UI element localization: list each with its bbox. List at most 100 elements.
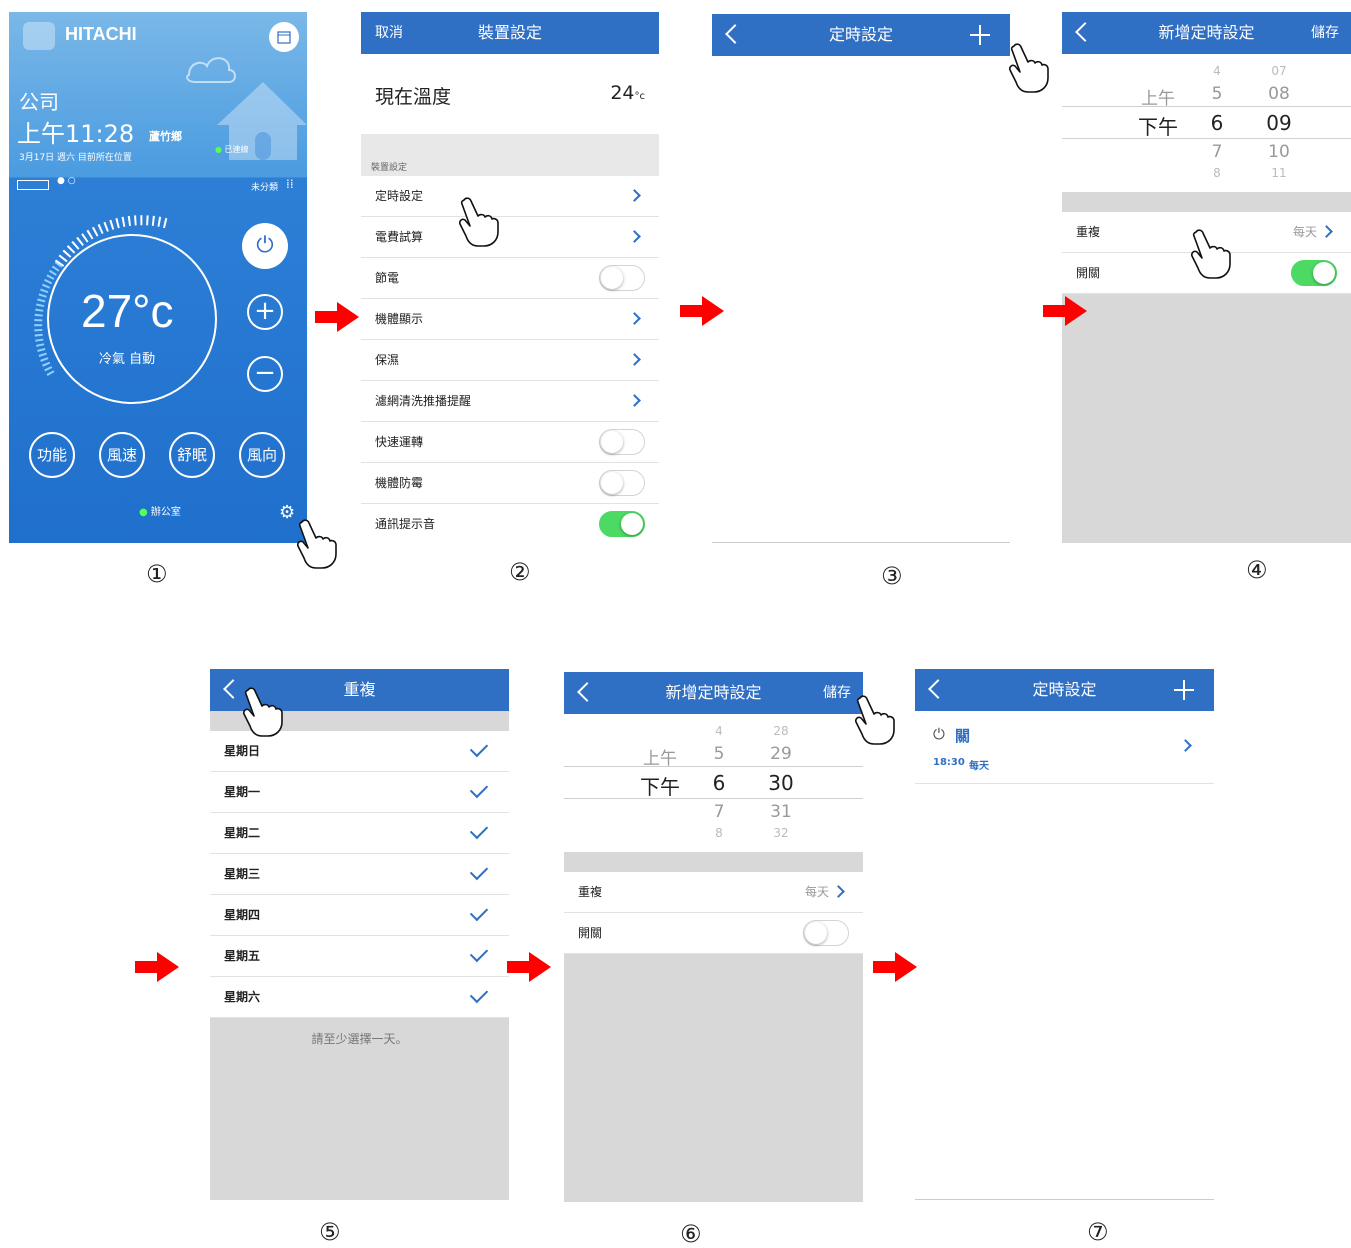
day-row[interactable]: 星期四 [210, 895, 509, 936]
minute-selected[interactable]: 09 [1262, 111, 1296, 135]
save-button[interactable]: 儲存 [823, 672, 851, 714]
hour-option[interactable]: 5 [1202, 84, 1232, 104]
header-title: 新增定時設定 [1158, 23, 1255, 42]
sleep-button[interactable]: 舒眠 [169, 432, 215, 478]
hour-selected[interactable]: 6 [1202, 111, 1232, 135]
day-row[interactable]: 星期五 [210, 936, 509, 977]
day-row[interactable]: 星期一 [210, 772, 509, 813]
location-name: 公司 [19, 90, 59, 114]
minute-option[interactable]: 29 [764, 744, 798, 764]
settings-row[interactable]: 濾網清洗推播提醒 [361, 381, 659, 422]
header-title: 定時設定 [1032, 680, 1097, 699]
screen-2-device-settings: 取消 裝置設定 現在溫度 24°c 裝置設定 定時設定 電費試算 節電 機體顯示 保濕濾… [361, 12, 659, 543]
function-button[interactable]: 功能 [29, 432, 75, 478]
fan-speed-button[interactable]: 風速 [99, 432, 145, 478]
chevron-right-icon [628, 394, 641, 407]
step-number: ③ [881, 562, 903, 590]
settings-toggle[interactable] [599, 470, 645, 496]
room-text: 辦公室 [150, 507, 181, 518]
hour-option[interactable]: 4 [1202, 64, 1232, 78]
section-label: 裝置設定 [371, 163, 408, 173]
screen-5-repeat: 重複 星期日 星期一 星期二 星期三 星期四 星期五 星期六 請至少選擇一天。 [210, 669, 509, 1200]
minute-option[interactable]: 08 [1262, 84, 1296, 104]
repeat-row[interactable]: 重複 每天 [564, 872, 863, 913]
toggle-knob [601, 267, 623, 289]
ampm-option[interactable]: 上午 [638, 744, 682, 769]
add-plus-icon[interactable] [1174, 680, 1194, 700]
red-arrow [1043, 296, 1087, 326]
hour-option[interactable]: 7 [1202, 142, 1232, 162]
time-picker[interactable]: 上午 下午 4 5 6 7 8 07 08 09 10 11 [1062, 54, 1351, 192]
checkmark-icon [469, 943, 489, 963]
page-dots: ● ○ [57, 176, 76, 186]
minute-option[interactable]: 32 [764, 826, 798, 840]
connected-dot: ● [215, 145, 225, 154]
red-arrow [507, 952, 551, 982]
minute-option[interactable]: 31 [764, 802, 798, 822]
day-label: 星期四 [224, 908, 261, 922]
toggle-knob [1313, 262, 1335, 284]
ampm-selected[interactable]: 下午 [1134, 111, 1182, 140]
settings-gear-icon[interactable]: ⚙ [279, 502, 295, 523]
plus-button[interactable]: + [247, 294, 283, 330]
category-label[interactable]: 未分類 [251, 180, 278, 193]
settings-row[interactable]: 保濕 [361, 340, 659, 381]
hour-selected[interactable]: 6 [704, 771, 734, 795]
settings-row[interactable]: 定時設定 [361, 176, 659, 217]
empty-area [564, 954, 863, 1202]
minute-option[interactable]: 07 [1262, 64, 1296, 78]
add-plus-icon[interactable] [970, 25, 990, 45]
timer-time: 18:30 [933, 757, 965, 768]
empty-area [1062, 294, 1351, 543]
wind-direction-button[interactable]: 風向 [239, 432, 285, 478]
hour-option[interactable]: 7 [704, 802, 734, 822]
toggle-knob [601, 431, 623, 453]
settings-row-label: 定時設定 [375, 189, 424, 203]
day-row[interactable]: 星期六 [210, 977, 509, 1018]
settings-row[interactable]: 電費試算 [361, 217, 659, 258]
temperature-value: 27°c [81, 285, 174, 337]
ampm-option[interactable]: 上午 [1136, 84, 1180, 109]
save-button[interactable]: 儲存 [1311, 12, 1339, 54]
settings-row[interactable]: 機體顯示 [361, 299, 659, 340]
picker-line [1062, 106, 1351, 107]
tap-hand-icon [1009, 43, 1049, 93]
settings-row-label: 通訊提示音 [375, 517, 436, 531]
header-bar: 定時設定 [915, 669, 1214, 711]
switch-label: 開關 [578, 926, 603, 940]
picker-line [564, 766, 863, 767]
checkmark-icon [469, 861, 489, 881]
hour-option[interactable]: 8 [1202, 166, 1232, 180]
minute-option[interactable]: 28 [764, 724, 798, 738]
grid-icon[interactable]: ⁞⁞ [286, 178, 294, 190]
hour-option[interactable]: 4 [704, 724, 734, 738]
ampm-selected[interactable]: 下午 [636, 771, 684, 800]
header-bar: 取消 裝置設定 [361, 12, 659, 54]
header-bar: 定時設定 [712, 14, 1010, 56]
minus-button[interactable]: − [247, 356, 283, 392]
day-row[interactable]: 星期二 [210, 813, 509, 854]
chevron-right-icon [832, 885, 845, 898]
minute-option[interactable]: 11 [1262, 166, 1296, 180]
minute-option[interactable]: 10 [1262, 142, 1296, 162]
settings-toggle[interactable] [599, 265, 645, 291]
settings-toggle[interactable] [599, 429, 645, 455]
power-button[interactable]: ⏻ [242, 223, 288, 269]
time-picker[interactable]: 上午 下午 4 5 6 7 8 28 29 30 31 32 [564, 714, 863, 852]
settings-row: 快速運轉 [361, 422, 659, 463]
day-row[interactable]: 星期三 [210, 854, 509, 895]
checkmark-icon [469, 984, 489, 1004]
timer-item[interactable]: ⏻ 關 18:30 每天 [915, 711, 1214, 784]
switch-toggle[interactable] [1291, 260, 1337, 286]
chevron-right-icon [628, 189, 641, 202]
switch-toggle[interactable] [803, 920, 849, 946]
hour-option[interactable]: 5 [704, 744, 734, 764]
chevron-right-icon [1179, 739, 1192, 752]
hour-option[interactable]: 8 [704, 826, 734, 840]
minute-selected[interactable]: 30 [764, 771, 798, 795]
toggle-knob [805, 922, 827, 944]
settings-toggle[interactable] [599, 511, 645, 537]
hint-area: 請至少選擇一天。 [210, 1018, 509, 1200]
header-bar: 新增定時設定 儲存 [564, 672, 863, 714]
checkmark-icon [469, 820, 489, 840]
